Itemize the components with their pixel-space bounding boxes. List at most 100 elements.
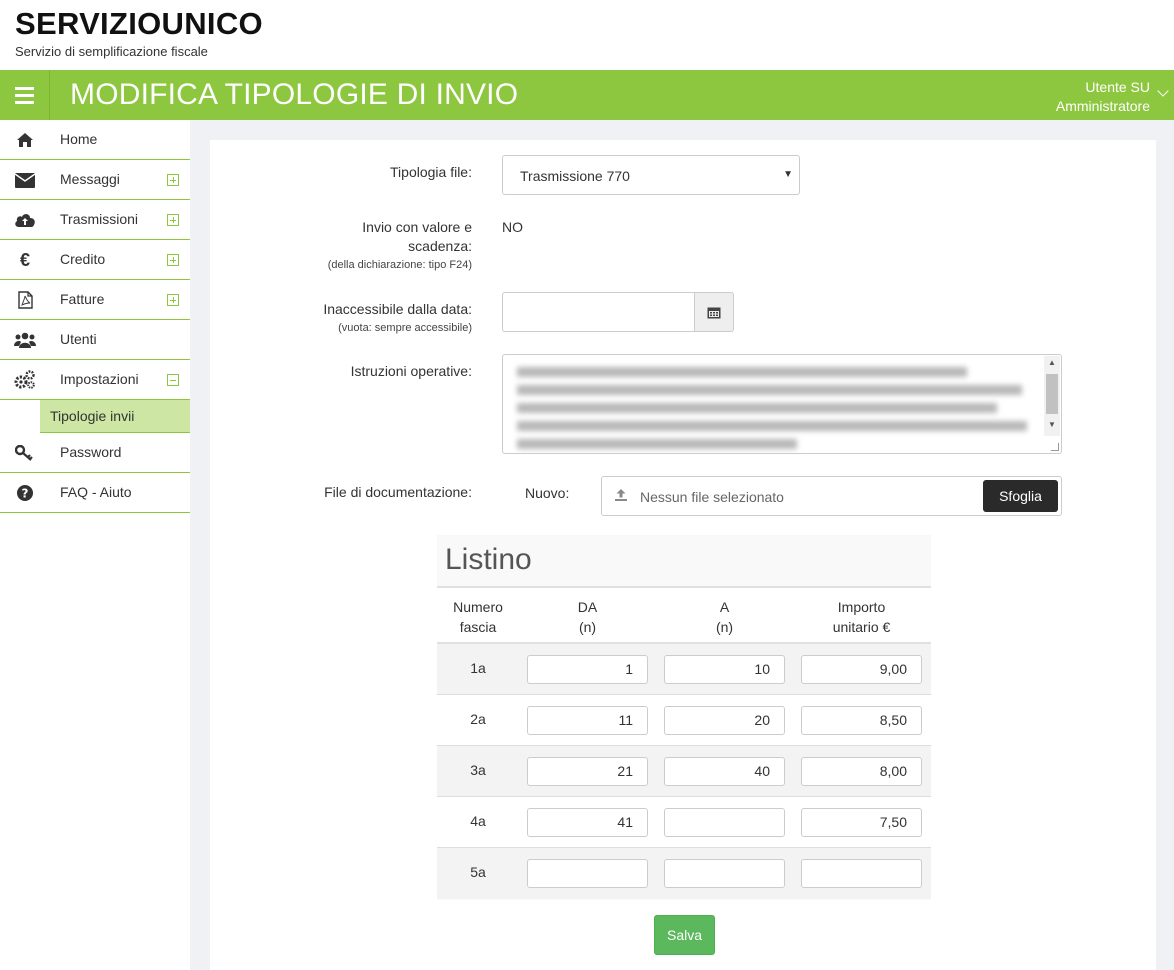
scroll-up-icon[interactable]: ▲ bbox=[1048, 358, 1056, 367]
sidebar-item-label: Password bbox=[60, 444, 122, 460]
sidebar-item-utenti[interactable]: Utenti bbox=[0, 320, 190, 360]
sidebar-item-impostazioni[interactable]: Impostazioni bbox=[0, 360, 190, 400]
textarea-scrollbar[interactable]: ▲ ▼ bbox=[1044, 356, 1060, 436]
file-input[interactable]: Nessun file selezionato Sfoglia bbox=[601, 476, 1062, 516]
invio-label: Invio con valore e scadenza: (della dich… bbox=[250, 218, 472, 275]
expand-plus-icon[interactable] bbox=[167, 294, 179, 306]
chevron-down-icon[interactable] bbox=[1157, 85, 1169, 97]
fascia-number: 5a bbox=[470, 864, 486, 880]
istruzioni-label: Istruzioni operative: bbox=[350, 363, 472, 379]
a-input[interactable] bbox=[664, 808, 785, 837]
key-icon bbox=[14, 443, 36, 463]
invio-label-line2: scadenza: bbox=[408, 238, 472, 254]
inaccessibile-label: Inaccessibile dalla data: (vuota: sempre… bbox=[250, 300, 472, 338]
a-input[interactable] bbox=[664, 859, 785, 888]
menu-icon bbox=[15, 86, 34, 90]
da-input[interactable]: 11 bbox=[527, 706, 648, 735]
sidebar-item-password[interactable]: Password bbox=[0, 433, 190, 473]
top-bar: MODIFICA TIPOLOGIE DI INVIO Utente SU Am… bbox=[0, 70, 1174, 120]
pdf-icon bbox=[14, 290, 36, 310]
inaccessibile-date-input[interactable] bbox=[502, 292, 695, 332]
listino-title: Listino bbox=[445, 543, 532, 576]
a-input[interactable]: 40 bbox=[664, 757, 785, 786]
euro-icon: € bbox=[19, 249, 30, 270]
sidebar-item-faq[interactable]: ? FAQ - Aiuto bbox=[0, 473, 190, 513]
fascia-number: 3a bbox=[470, 762, 486, 778]
question-icon: ? bbox=[14, 483, 36, 503]
dropdown-caret-icon: ▼ bbox=[783, 169, 793, 180]
sidebar-item-fatture[interactable]: Fatture bbox=[0, 280, 190, 320]
svg-text:?: ? bbox=[22, 487, 29, 501]
invio-note: (della dichiarazione: tipo F24) bbox=[327, 259, 472, 271]
importo-input[interactable]: 8,00 bbox=[801, 757, 922, 786]
browse-button[interactable]: Sfoglia bbox=[983, 480, 1058, 512]
invio-value: NO bbox=[502, 219, 523, 235]
header-numero-fascia: Numero fascia bbox=[453, 599, 503, 635]
da-input[interactable]: 21 bbox=[527, 757, 648, 786]
save-button[interactable]: Salva bbox=[654, 915, 715, 955]
header-da: DA (n) bbox=[577, 599, 598, 635]
expand-plus-icon[interactable] bbox=[167, 254, 179, 266]
tipologia-select[interactable]: Trasmissione 770 ▼ bbox=[502, 155, 800, 195]
expand-plus-icon[interactable] bbox=[167, 174, 179, 186]
sidebar-subitem-label: Tipologie invii bbox=[50, 408, 135, 424]
calendar-icon bbox=[707, 307, 721, 318]
page-title: MODIFICA TIPOLOGIE DI INVIO bbox=[70, 78, 519, 111]
calendar-button[interactable] bbox=[694, 292, 734, 332]
a-input[interactable]: 20 bbox=[664, 706, 785, 735]
inaccessibile-label-text: Inaccessibile dalla data: bbox=[323, 301, 472, 317]
importo-input[interactable]: 8,50 bbox=[801, 706, 922, 735]
table-row: 4a 41 7,50 bbox=[437, 797, 931, 848]
sidebar-item-home[interactable]: Home bbox=[0, 120, 190, 160]
da-input[interactable] bbox=[527, 859, 648, 888]
da-input[interactable]: 1 bbox=[527, 655, 648, 684]
tipologia-selected-value: Trasmissione 770 bbox=[520, 168, 630, 184]
istruzioni-blurred-text bbox=[517, 363, 1037, 449]
user-name: Utente SU bbox=[1085, 79, 1150, 95]
header-importo: Importo unitario € bbox=[832, 599, 891, 635]
scroll-down-icon[interactable]: ▼ bbox=[1048, 420, 1056, 429]
sidebar-item-messaggi[interactable]: Messaggi bbox=[0, 160, 190, 200]
menu-toggle-button[interactable] bbox=[0, 70, 50, 120]
sidebar-item-label: Utenti bbox=[60, 331, 97, 347]
user-role: Amministratore bbox=[1055, 98, 1150, 114]
importo-input[interactable]: 9,00 bbox=[801, 655, 922, 684]
fascia-number: 4a bbox=[470, 813, 486, 829]
users-icon bbox=[14, 330, 36, 350]
sidebar-subitem-tipologie-invii[interactable]: Tipologie invii bbox=[40, 400, 190, 433]
gears-icon bbox=[14, 370, 36, 390]
table-row: 5a bbox=[437, 848, 931, 899]
brand-title: SERVIZIOUNICO bbox=[15, 6, 263, 41]
fascia-number: 2a bbox=[470, 711, 486, 727]
resize-grip-icon[interactable] bbox=[1051, 443, 1059, 451]
table-header: Numero fascia DA (n) A (n) Importo unitario … bbox=[437, 586, 931, 644]
da-input[interactable]: 41 bbox=[527, 808, 648, 837]
scrollbar-thumb[interactable] bbox=[1046, 374, 1058, 414]
sidebar-item-label: Credito bbox=[60, 251, 106, 267]
file-label: File di documentazione: bbox=[324, 484, 472, 500]
cloud-upload-icon bbox=[14, 210, 36, 230]
sidebar-item-label: Home bbox=[60, 131, 98, 147]
upload-icon bbox=[614, 488, 628, 507]
table-row: 3a 21 40 8,00 bbox=[437, 746, 931, 797]
expand-plus-icon[interactable] bbox=[167, 214, 179, 226]
tipologia-label: Tipologia file: bbox=[390, 164, 472, 180]
fascia-number: 1a bbox=[470, 660, 486, 676]
sidebar-item-label: Fatture bbox=[60, 291, 105, 307]
header-a: A (n) bbox=[715, 599, 734, 635]
sidebar-item-label: FAQ - Aiuto bbox=[60, 484, 132, 500]
a-input[interactable]: 10 bbox=[664, 655, 785, 684]
sidebar-item-trasmissioni[interactable]: Trasmissioni bbox=[0, 200, 190, 240]
sidebar-item-credito[interactable]: € Credito bbox=[0, 240, 190, 280]
table-row: 1a 1 10 9,00 bbox=[437, 644, 931, 695]
brand-subtitle: Servizio di semplificazione fiscale bbox=[15, 44, 208, 59]
envelope-icon bbox=[14, 170, 36, 190]
sidebar-item-label: Trasmissioni bbox=[60, 211, 139, 227]
nuovo-label: Nuovo: bbox=[525, 485, 570, 501]
importo-input[interactable]: 7,50 bbox=[801, 808, 922, 837]
collapse-minus-icon[interactable] bbox=[167, 374, 179, 386]
istruzioni-textarea[interactable]: ▲ ▼ bbox=[502, 354, 1062, 454]
home-icon bbox=[14, 130, 36, 150]
importo-input[interactable] bbox=[801, 859, 922, 888]
user-menu[interactable]: Utente SU Amministratore bbox=[1056, 78, 1150, 116]
